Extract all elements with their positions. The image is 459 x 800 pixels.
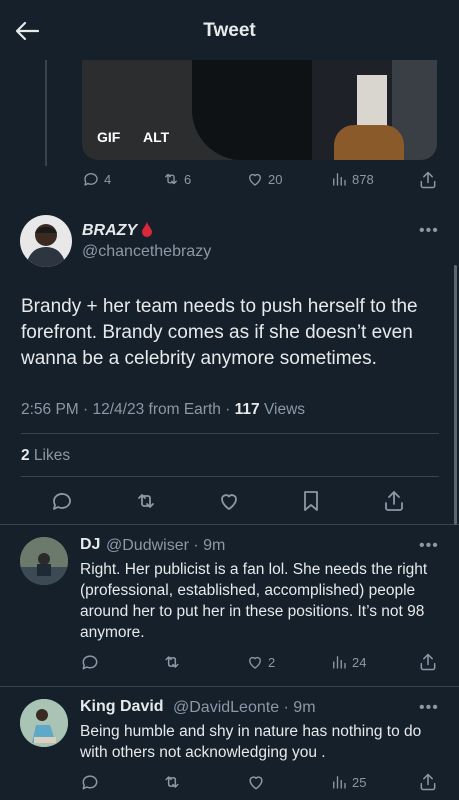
reply-count: 4 bbox=[104, 171, 112, 187]
user-handle[interactable]: @chancethebrazy bbox=[82, 243, 211, 261]
views-icon bbox=[333, 173, 346, 186]
reply-author-handle[interactable]: @Dudwiser · 9m bbox=[106, 537, 225, 555]
reply-author-name[interactable]: DJ bbox=[80, 536, 100, 554]
views-stat[interactable]: 25 bbox=[330, 773, 366, 791]
tweet-meta: 2:56 PM · 12/4/23 from Earth · 117 Views bbox=[21, 401, 305, 419]
more-options-icon[interactable]: ••• bbox=[419, 222, 439, 240]
blood-drop-icon bbox=[142, 222, 153, 237]
share-icon[interactable] bbox=[418, 170, 438, 190]
thread-line bbox=[45, 56, 47, 166]
views-count: 24 bbox=[352, 654, 367, 670]
reply-text: Being humble and shy in nature has nothi… bbox=[80, 723, 422, 761]
views-total: 117 bbox=[234, 401, 260, 418]
views-stat[interactable]: 24 bbox=[330, 653, 366, 671]
share-icon[interactable] bbox=[382, 489, 406, 513]
tweet-time[interactable]: 2:56 PM · 12/4/23 from Earth · bbox=[21, 401, 235, 418]
divider bbox=[21, 433, 439, 434]
gif-media[interactable]: GIF ALT bbox=[82, 55, 437, 160]
retweet-icon[interactable] bbox=[162, 772, 182, 792]
reply-icon[interactable] bbox=[80, 652, 100, 672]
more-options-icon[interactable]: ••• bbox=[419, 537, 439, 555]
bookmark-icon[interactable] bbox=[299, 489, 323, 513]
like-stat[interactable]: 20 bbox=[246, 170, 282, 188]
heart-icon bbox=[249, 173, 261, 186]
views-icon bbox=[333, 656, 346, 669]
reply-author-handle[interactable]: @DavidLeonte · 9m bbox=[173, 699, 316, 717]
heart-icon[interactable] bbox=[217, 489, 241, 513]
scrollbar[interactable] bbox=[454, 265, 457, 525]
avatar[interactable] bbox=[20, 699, 68, 747]
divider bbox=[21, 476, 439, 477]
reply-icon[interactable] bbox=[80, 772, 100, 792]
reply-text: Right. Her publicist is a fan lol. She n… bbox=[80, 561, 428, 641]
page-title: Tweet bbox=[203, 20, 256, 41]
share-icon[interactable] bbox=[418, 772, 438, 792]
reply-stat[interactable]: 4 bbox=[82, 170, 111, 188]
tweet-text: Brandy + her team needs to push herself … bbox=[21, 296, 418, 369]
views-count: 878 bbox=[352, 171, 374, 187]
heart-icon bbox=[249, 656, 261, 669]
more-options-icon[interactable]: ••• bbox=[419, 699, 439, 717]
reply-icon[interactable] bbox=[50, 489, 74, 513]
gif-badge: GIF bbox=[97, 129, 121, 145]
like-count: 2 bbox=[268, 654, 276, 670]
divider bbox=[0, 524, 459, 525]
retweet-count: 6 bbox=[184, 171, 192, 187]
divider bbox=[0, 686, 459, 687]
display-name[interactable]: BRAZY bbox=[82, 221, 153, 240]
retweet-icon[interactable] bbox=[134, 489, 158, 513]
like-count: 20 bbox=[268, 171, 283, 187]
reply-icon bbox=[84, 173, 98, 186]
avatar[interactable] bbox=[20, 215, 72, 267]
heart-icon[interactable] bbox=[246, 772, 266, 792]
retweet-icon[interactable] bbox=[162, 652, 182, 672]
retweet-stat[interactable]: 6 bbox=[162, 170, 191, 188]
likes-summary[interactable]: 2 Likes bbox=[21, 447, 70, 465]
views-stat[interactable]: 878 bbox=[330, 170, 374, 188]
views-count: 25 bbox=[352, 774, 367, 790]
retweet-icon bbox=[165, 173, 177, 185]
likes-label: Likes bbox=[29, 447, 71, 464]
views-icon bbox=[333, 776, 346, 789]
share-icon[interactable] bbox=[418, 652, 438, 672]
views-label: Views bbox=[259, 401, 306, 418]
like-stat[interactable]: 2 bbox=[246, 653, 275, 671]
reply-author-name[interactable]: King David bbox=[80, 698, 164, 716]
likes-total: 2 bbox=[21, 447, 30, 464]
alt-badge[interactable]: ALT bbox=[143, 129, 169, 145]
top-bar: Tweet bbox=[0, 0, 459, 60]
avatar[interactable] bbox=[20, 537, 68, 585]
